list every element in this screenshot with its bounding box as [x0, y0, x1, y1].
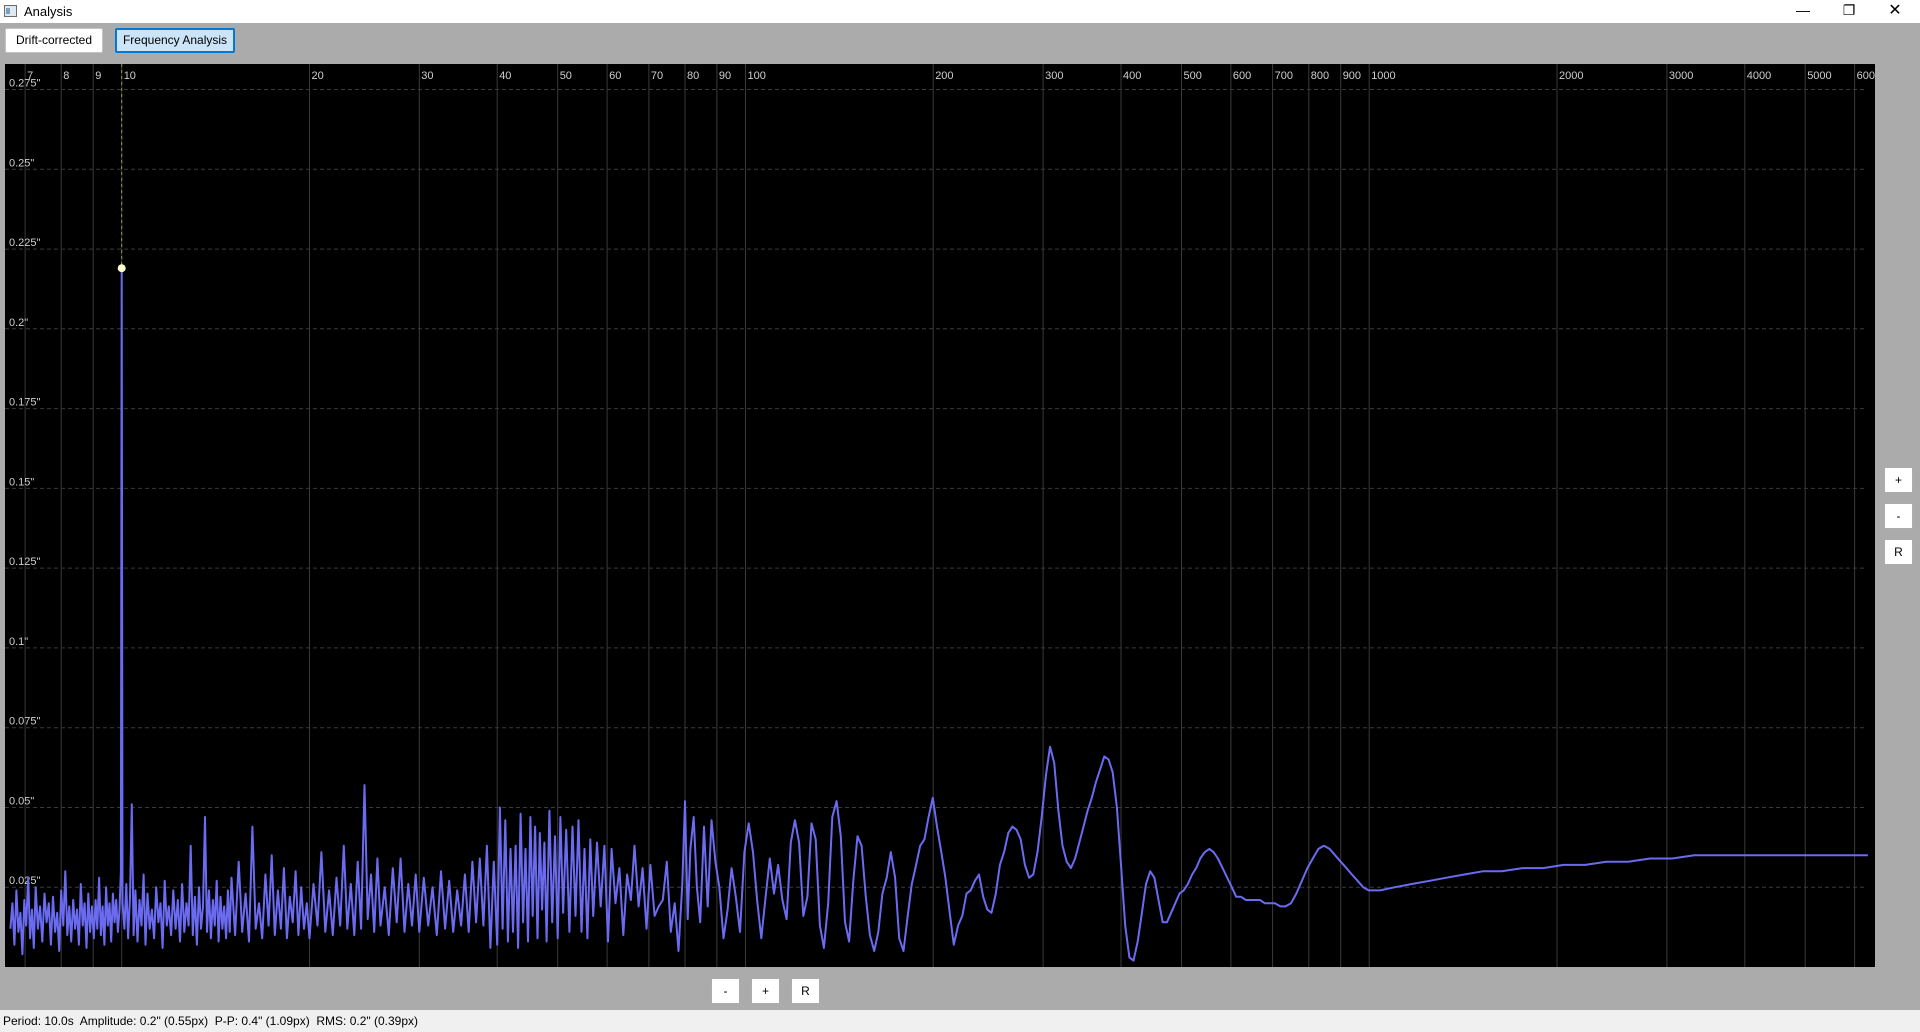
x-tick-label: 10: [124, 70, 136, 82]
x-tick-label: 9: [95, 70, 101, 82]
y-tick-label: 0.05": [9, 796, 34, 808]
tab-frequency-analysis[interactable]: Frequency Analysis: [115, 28, 235, 53]
status-amplitude: Amplitude: 0.2" (0.55px): [79, 1014, 209, 1028]
x-tick-label: 800: [1311, 70, 1329, 82]
y-tick-label: 0.175": [9, 397, 41, 409]
y-reset-button[interactable]: R: [1884, 539, 1913, 565]
x-tick-label: 6000: [1857, 70, 1875, 82]
y-zoom-out-button[interactable]: -: [1884, 503, 1913, 529]
y-tick-label: 0.225": [9, 237, 41, 249]
x-tick-label: 3000: [1669, 70, 1693, 82]
y-zoom-in-button[interactable]: +: [1884, 467, 1913, 493]
x-zoom-out-button[interactable]: -: [711, 978, 740, 1004]
status-bar: Period: 10.0s Amplitude: 0.2" (0.55px) P…: [0, 1010, 1920, 1032]
y-tick-label: 0.1": [9, 636, 28, 648]
y-tick-label: 0.125": [9, 556, 41, 568]
x-tick-label: 5000: [1807, 70, 1831, 82]
x-tick-label: 100: [748, 70, 766, 82]
status-period: Period: 10.0s: [3, 1014, 74, 1028]
spectrum-line: [9, 267, 1868, 962]
y-tick-label: 0.15": [9, 476, 34, 488]
status-peak-to-peak: P-P: 0.4" (1.09px): [214, 1014, 310, 1028]
x-zoom-in-button[interactable]: +: [751, 978, 780, 1004]
x-tick-label: 40: [499, 70, 511, 82]
y-tick-label: 0.2": [9, 317, 28, 329]
x-tick-label: 1000: [1371, 70, 1395, 82]
frequency-chart: 7 8 9 10 20 30 40 50 60 70 80 90 100 200 300 400 500 600 7…: [5, 64, 1875, 967]
x-tick-label: 300: [1045, 70, 1063, 82]
close-button[interactable]: ✕: [1872, 0, 1918, 23]
x-tick-label: 900: [1343, 70, 1361, 82]
y-tick-label: 0.025": [9, 875, 41, 887]
tab-drift-corrected[interactable]: Drift-corrected: [5, 28, 103, 53]
x-tick-label: 500: [1184, 70, 1202, 82]
y-tick-label: 0.25": [9, 157, 34, 169]
y-tick-label: 0.075": [9, 716, 41, 728]
title-bar: Analysis — ❐ ✕: [0, 0, 1920, 23]
x-tick-label: 4000: [1747, 70, 1771, 82]
minimize-button[interactable]: —: [1780, 0, 1826, 23]
x-tick-label: 8: [63, 70, 69, 82]
frequency-plot[interactable]: 7 8 9 10 20 30 40 50 60 70 80 90 100 200 300 400 500 600 7…: [5, 64, 1875, 967]
x-tick-label: 200: [935, 70, 953, 82]
x-tick-label: 20: [312, 70, 324, 82]
x-tick-label: 70: [651, 70, 663, 82]
x-tick-label: 700: [1275, 70, 1293, 82]
x-tick-label: 30: [421, 70, 433, 82]
status-rms: RMS: 0.2" (0.39px): [316, 1014, 419, 1028]
x-tick-label: 90: [719, 70, 731, 82]
restore-button[interactable]: ❐: [1826, 0, 1872, 23]
x-tick-label: 60: [609, 70, 621, 82]
y-tick-label: 0.275": [9, 78, 41, 90]
x-tick-label: 2000: [1559, 70, 1583, 82]
x-reset-button[interactable]: R: [791, 978, 820, 1004]
x-tick-label: 80: [687, 70, 699, 82]
app-window-icon: [4, 5, 17, 17]
x-tick-label: 400: [1123, 70, 1141, 82]
x-tick-label: 50: [560, 70, 572, 82]
x-tick-label: 600: [1233, 70, 1251, 82]
window-title: Analysis: [24, 4, 73, 19]
peak-marker: [117, 264, 126, 273]
